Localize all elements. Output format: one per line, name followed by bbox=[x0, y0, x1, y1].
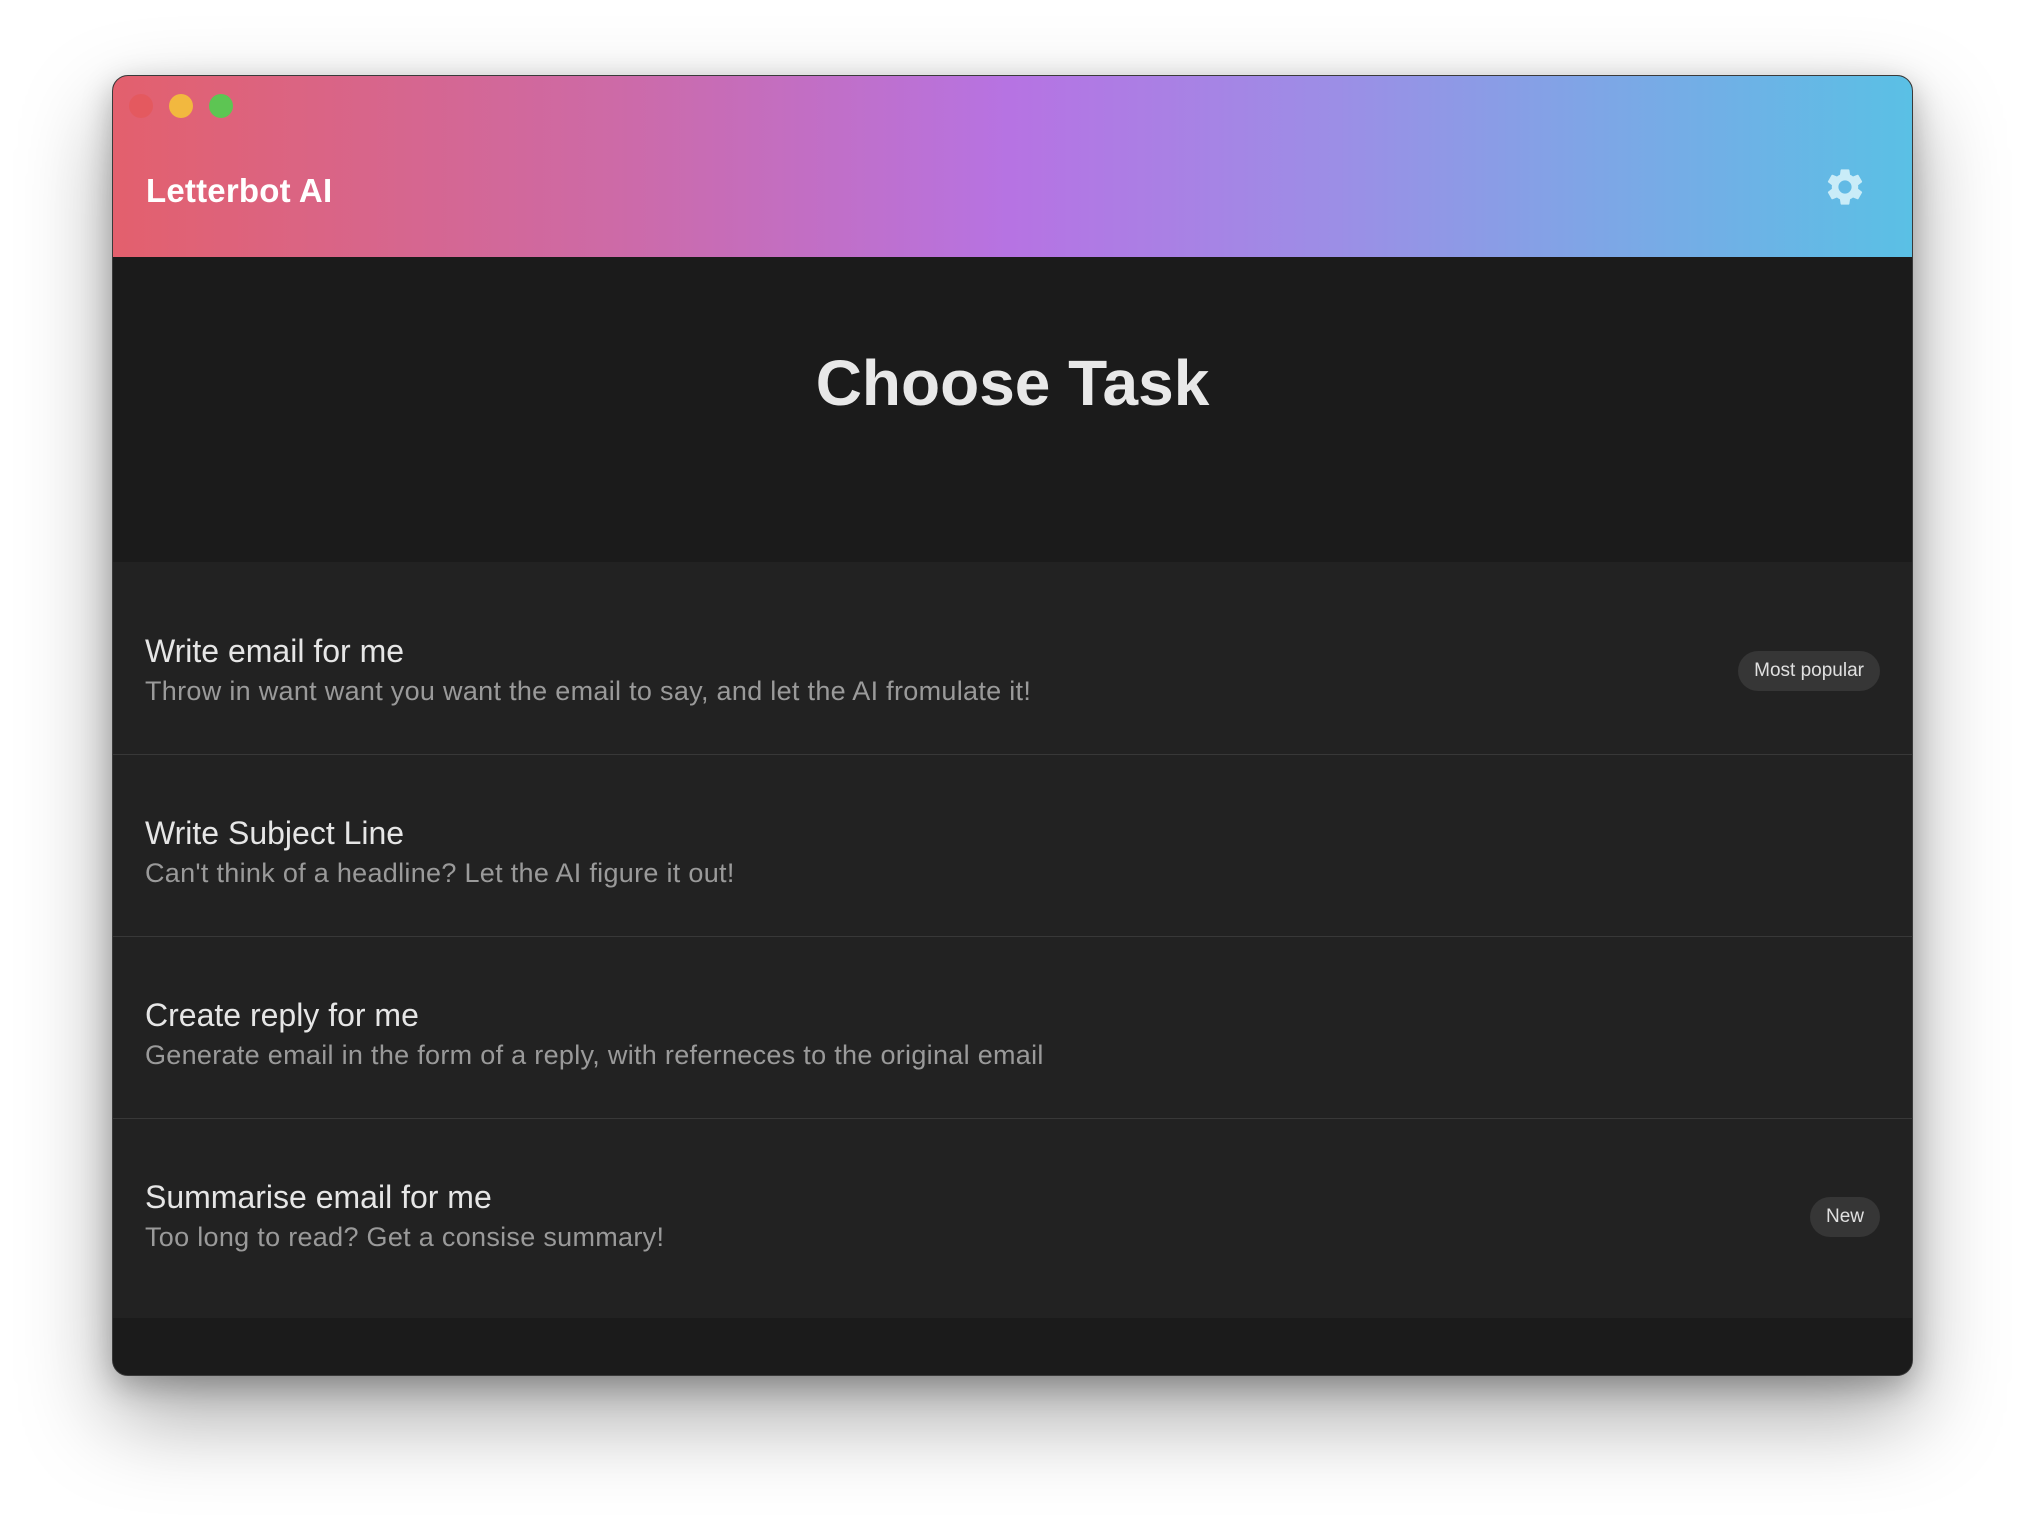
task-title: Summarise email for me bbox=[145, 1179, 492, 1215]
task-description: Generate email in the form of a reply, w… bbox=[145, 1040, 1044, 1070]
app-window: Letterbot AI Choose Task Write email for… bbox=[112, 75, 1913, 1376]
minimize-window-button[interactable] bbox=[169, 94, 193, 118]
task-description: Can't think of a headline? Let the AI fi… bbox=[145, 858, 735, 888]
header-bar: Letterbot AI bbox=[113, 76, 1912, 257]
close-window-button[interactable] bbox=[129, 94, 153, 118]
task-description: Too long to read? Get a consise summary! bbox=[145, 1222, 665, 1252]
footer-area bbox=[113, 1318, 1912, 1375]
app-title: Letterbot AI bbox=[146, 172, 333, 209]
task-description: Throw in want want you want the email to… bbox=[145, 676, 1032, 706]
zoom-window-button[interactable] bbox=[209, 94, 233, 118]
task-title: Write Subject Line bbox=[145, 815, 405, 851]
task-write-email[interactable]: Write email for me Throw in want want yo… bbox=[113, 573, 1912, 755]
task-summarise-email[interactable]: Summarise email for me Too long to read?… bbox=[113, 1119, 1912, 1301]
task-title: Write email for me bbox=[145, 633, 405, 669]
settings-button[interactable] bbox=[1822, 164, 1868, 210]
task-list: Write email for me Throw in want want yo… bbox=[113, 562, 1912, 1320]
new-badge: New bbox=[1809, 1197, 1880, 1237]
gear-icon bbox=[1827, 169, 1863, 205]
task-create-reply[interactable]: Create reply for me Generate email in th… bbox=[113, 937, 1912, 1119]
hero-section: Choose Task bbox=[113, 257, 1912, 562]
task-write-subject-line[interactable]: Write Subject Line Can't think of a head… bbox=[113, 755, 1912, 937]
most-popular-badge: Most popular bbox=[1738, 651, 1880, 691]
page-title: Choose Task bbox=[815, 347, 1210, 419]
task-title: Create reply for me bbox=[145, 997, 419, 1033]
